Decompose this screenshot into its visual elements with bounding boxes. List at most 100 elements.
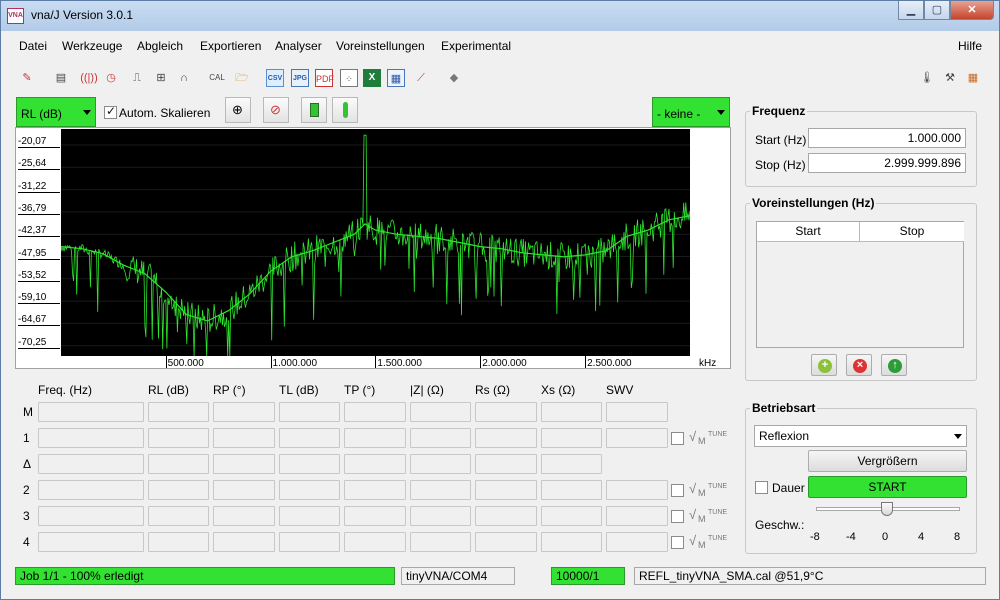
- start-button[interactable]: START: [808, 476, 967, 498]
- marker-cell[interactable]: [213, 480, 275, 500]
- marker-cell[interactable]: [148, 532, 209, 552]
- scale-select[interactable]: RL (dB): [16, 97, 96, 127]
- minimize-button[interactable]: ▁: [898, 1, 924, 20]
- sqrt-m-icon[interactable]: √: [689, 533, 696, 548]
- magnet-icon[interactable]: ∩: [175, 69, 193, 87]
- marker-cell[interactable]: [541, 428, 602, 448]
- presets-col-start[interactable]: Start: [757, 222, 860, 242]
- close-button[interactable]: ✕: [950, 1, 994, 20]
- clock-icon[interactable]: ◷: [102, 69, 120, 87]
- marker-cell[interactable]: [410, 532, 471, 552]
- sqrt-m-icon[interactable]: √: [689, 429, 696, 444]
- marker-cell[interactable]: [475, 428, 537, 448]
- eraser-icon[interactable]: ◆: [445, 69, 463, 87]
- marker-cell[interactable]: [38, 428, 144, 448]
- apply-preset-button[interactable]: ↑: [881, 354, 907, 376]
- cal-icon[interactable]: CAL: [208, 69, 226, 87]
- sqrt-m-icon[interactable]: √: [689, 507, 696, 522]
- tools-icon[interactable]: ⚒: [941, 69, 959, 87]
- marker-cell[interactable]: [344, 532, 406, 552]
- marker-cell[interactable]: [410, 506, 471, 526]
- xml-icon[interactable]: ▦: [387, 69, 405, 87]
- marker-cell[interactable]: [148, 506, 209, 526]
- marker-cell[interactable]: [475, 480, 537, 500]
- crosshair-button[interactable]: ⊕: [225, 97, 251, 123]
- excel-icon[interactable]: X: [363, 69, 381, 87]
- marker-cell[interactable]: [38, 454, 144, 474]
- start-freq-field[interactable]: 1.000.000: [808, 128, 966, 148]
- marker-cell[interactable]: [410, 428, 471, 448]
- marker-cell[interactable]: [279, 480, 340, 500]
- marker-cell[interactable]: [279, 402, 340, 422]
- scatter-icon[interactable]: ⁘: [340, 69, 358, 87]
- reference-button[interactable]: ⊘: [263, 97, 289, 123]
- marker-cell[interactable]: [344, 402, 406, 422]
- marker-cell[interactable]: [344, 454, 406, 474]
- speed-slider-thumb[interactable]: [881, 502, 893, 516]
- continuous-checkbox[interactable]: [755, 481, 768, 494]
- tune-icon[interactable]: TUNE: [708, 483, 727, 490]
- marker-cell[interactable]: [148, 428, 209, 448]
- menu-exportieren[interactable]: Exportieren: [200, 39, 261, 53]
- marker-cell[interactable]: [148, 454, 209, 474]
- battery-button[interactable]: [301, 97, 327, 123]
- tune-icon[interactable]: TUNE: [708, 535, 727, 542]
- reference-select[interactable]: - keine -: [652, 97, 730, 127]
- marker-cell[interactable]: [279, 428, 340, 448]
- grid-icon[interactable]: ▦: [964, 69, 982, 87]
- menu-werkzeuge[interactable]: Werkzeuge: [62, 39, 122, 53]
- marker-cell[interactable]: [410, 454, 471, 474]
- marker-tune-checkbox[interactable]: [671, 536, 684, 549]
- tune-icon[interactable]: TUNE: [708, 509, 727, 516]
- marker-cell[interactable]: [475, 506, 537, 526]
- sqrt-m-icon[interactable]: √: [689, 481, 696, 496]
- antenna-icon[interactable]: ((|)): [80, 69, 98, 87]
- marker-tune-checkbox[interactable]: [671, 510, 684, 523]
- marker-cell[interactable]: [606, 532, 668, 552]
- menu-analyser[interactable]: Analyser: [275, 39, 322, 53]
- menu-datei[interactable]: Datei: [19, 39, 47, 53]
- marker-cell[interactable]: [541, 454, 602, 474]
- marker-cell[interactable]: [213, 506, 275, 526]
- marker-tune-checkbox[interactable]: [671, 432, 684, 445]
- marker-cell[interactable]: [148, 480, 209, 500]
- auto-scale-checkbox[interactable]: [104, 104, 117, 119]
- marker-cell[interactable]: [410, 480, 471, 500]
- thermometer-icon[interactable]: 🌡: [918, 69, 936, 87]
- menu-experimental[interactable]: Experimental: [441, 39, 511, 53]
- cable-icon[interactable]: ⎍: [128, 69, 146, 87]
- marker-cell[interactable]: [344, 480, 406, 500]
- plot-canvas[interactable]: [60, 129, 691, 357]
- zoom-button[interactable]: Vergrößern: [808, 450, 967, 472]
- graph-icon[interactable]: ⟋: [412, 69, 430, 87]
- menu-voreinstellungen[interactable]: Voreinstellungen: [336, 39, 425, 53]
- jpg-icon[interactable]: JPG: [291, 69, 309, 87]
- open-folder-icon[interactable]: 🗁: [233, 69, 251, 87]
- marker-cell[interactable]: [213, 402, 275, 422]
- marker-cell[interactable]: [148, 402, 209, 422]
- marker-cell[interactable]: [606, 402, 668, 422]
- marker-cell[interactable]: [38, 506, 144, 526]
- marker-cell[interactable]: [344, 506, 406, 526]
- delete-preset-button[interactable]: ×: [846, 354, 872, 376]
- marker-cell[interactable]: [213, 454, 275, 474]
- marker-cell[interactable]: [213, 532, 275, 552]
- marker-cell[interactable]: [279, 532, 340, 552]
- calibrate-icon[interactable]: ▤: [52, 69, 70, 87]
- mode-select[interactable]: Reflexion: [754, 425, 967, 447]
- presets-col-stop[interactable]: Stop: [860, 222, 964, 242]
- presets-table[interactable]: Start Stop: [756, 221, 964, 348]
- marker-cell[interactable]: [475, 454, 537, 474]
- marker-cell[interactable]: [541, 480, 602, 500]
- menu-abgleich[interactable]: Abgleich: [137, 39, 183, 53]
- stop-freq-field[interactable]: 2.999.999.896: [808, 153, 966, 173]
- maximize-button[interactable]: ▢: [924, 1, 950, 20]
- menu-help[interactable]: Hilfe: [958, 39, 982, 53]
- marker-cell[interactable]: [213, 428, 275, 448]
- marker-cell[interactable]: [606, 480, 668, 500]
- lm-icon[interactable]: ⊞: [152, 69, 170, 87]
- marker-cell[interactable]: [410, 402, 471, 422]
- ruler-icon[interactable]: ✎: [18, 69, 36, 87]
- marker-cell[interactable]: [475, 402, 537, 422]
- marker-cell[interactable]: [279, 506, 340, 526]
